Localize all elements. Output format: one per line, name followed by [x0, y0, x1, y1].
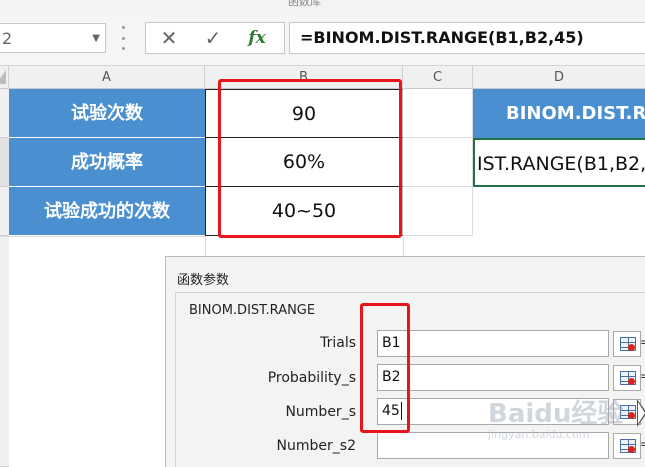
row-header-2[interactable] [0, 138, 9, 187]
function-name: BINOM.DIST.RANGE [189, 303, 316, 318]
name-box[interactable]: 2 ▼ [0, 23, 106, 53]
insert-function-icon[interactable]: fx [242, 25, 272, 51]
arg-result-marker: = [640, 369, 645, 383]
cell-c3[interactable] [403, 187, 473, 236]
ribbon-group-title: 函数库 [288, 0, 321, 8]
mouse-cursor-icon [637, 399, 645, 427]
formula-text: =BINOM.DIST.RANGE(B1,B2,45) [300, 28, 584, 47]
cell-a3[interactable]: 试验成功的次数 [9, 187, 205, 236]
highlight-box-arguments [360, 303, 410, 433]
arg-label-number-s: Number_s [285, 404, 356, 420]
cell-a1[interactable]: 试验次数 [9, 89, 205, 138]
cell-d2-active[interactable]: IST.RANGE(B1,B2, [473, 138, 645, 187]
arg-result-marker: = [640, 335, 645, 349]
column-header-d[interactable]: D [473, 66, 645, 89]
baidu-watermark: Baidu经验 jingyan.baidu.com [488, 393, 638, 443]
cell-c1[interactable] [403, 89, 473, 138]
arg-label-number-s2: Number_s2 [276, 438, 356, 454]
select-all-corner[interactable] [0, 66, 9, 89]
highlight-box-values [218, 79, 402, 238]
grid-line [403, 236, 404, 256]
arg-result-marker: = [640, 437, 645, 451]
chevron-down-icon[interactable]: ▼ [92, 33, 100, 44]
cancel-icon[interactable]: ✕ [154, 25, 184, 51]
cell-c2[interactable] [403, 138, 473, 187]
arg-input-trials[interactable]: B1 [377, 330, 609, 357]
grid-line [205, 236, 206, 256]
grid-line [0, 236, 205, 237]
cell-a2[interactable]: 成功概率 [9, 138, 205, 187]
formula-bar: 2 ▼ ✕ ✓ fx =BINOM.DIST.RANGE(B1,B2,45) [0, 10, 645, 66]
column-header-c[interactable]: C [403, 66, 473, 89]
formula-buttons: ✕ ✓ fx [145, 22, 285, 54]
ribbon-group-strip: 函数库 [0, 0, 645, 10]
range-select-button-trials[interactable] [613, 331, 641, 357]
dialog-title: 函数参数 [177, 273, 230, 288]
row-header-rest[interactable] [0, 236, 9, 467]
drag-handle-icon[interactable] [122, 26, 126, 50]
formula-input[interactable]: =BINOM.DIST.RANGE(B1,B2,45) [289, 22, 645, 54]
enter-icon[interactable]: ✓ [198, 25, 228, 51]
row-header-1[interactable] [0, 89, 9, 138]
row-header-3[interactable] [0, 187, 9, 236]
watermark-brand: Baidu经验 [488, 399, 624, 429]
cell-d1[interactable]: BINOM.DIST.R [473, 89, 645, 138]
arg-label-trials: Trials [320, 335, 356, 351]
range-select-button-probability[interactable] [613, 365, 641, 391]
column-header-a[interactable]: A [9, 66, 205, 89]
name-box-value: 2 [2, 29, 13, 48]
arg-input-probability[interactable]: B2 [377, 364, 609, 391]
arg-label-probability: Probability_s [267, 370, 356, 386]
